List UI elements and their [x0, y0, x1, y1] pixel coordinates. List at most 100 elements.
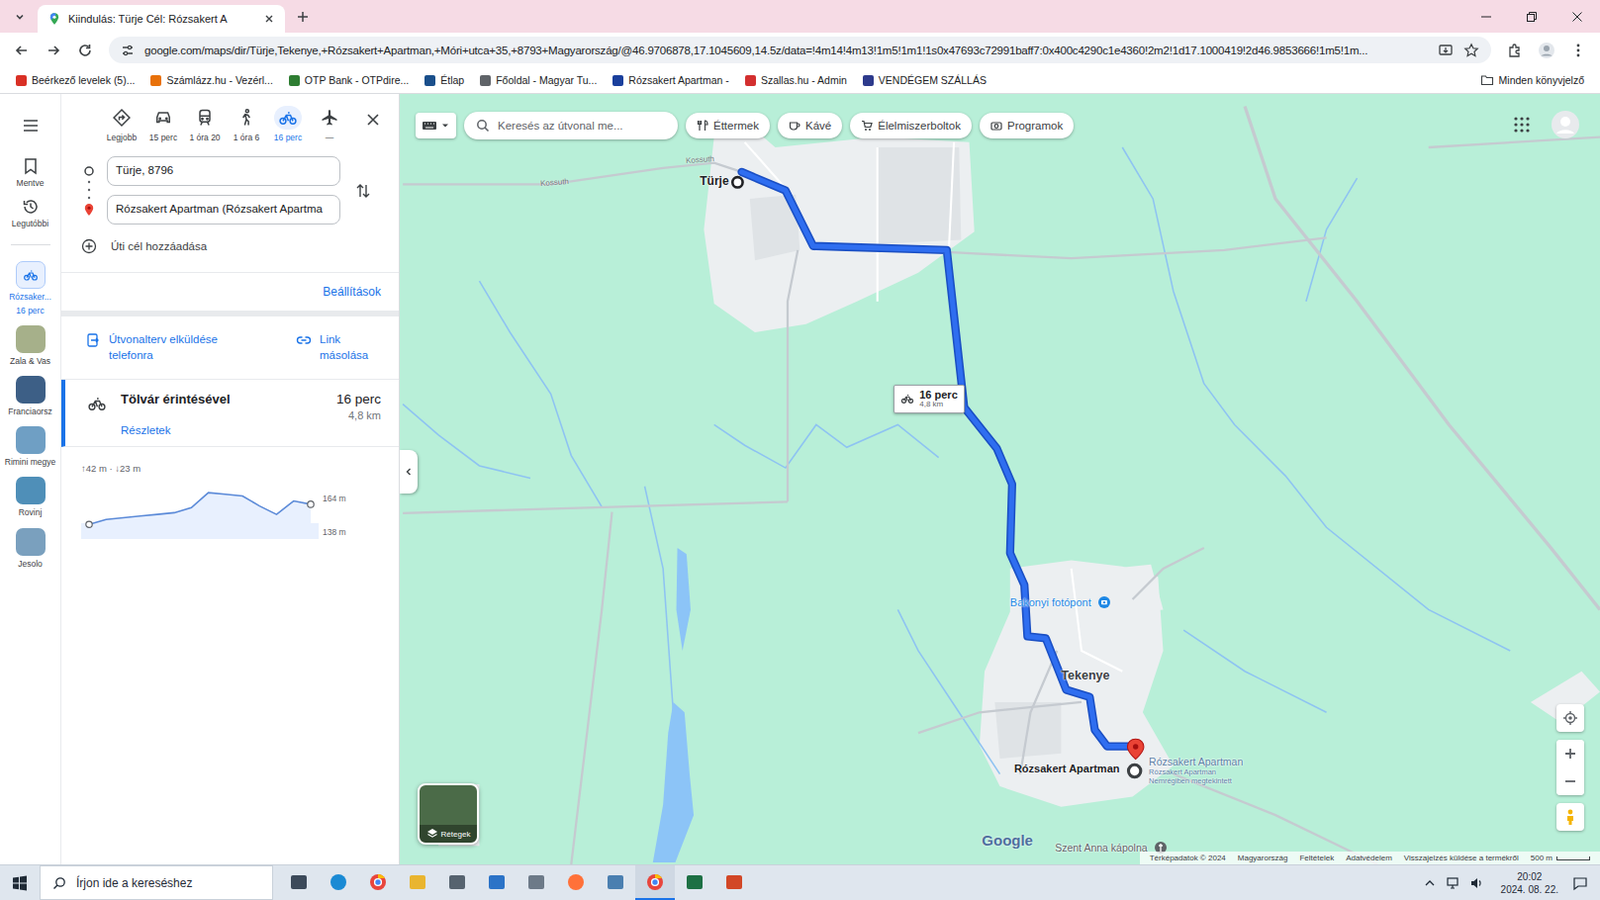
add-destination[interactable]: Úti cél hozzáadása: [61, 224, 399, 273]
taskbar-app[interactable]: [318, 865, 359, 900]
close-icon[interactable]: [263, 12, 276, 25]
footer-link[interactable]: Adatvédelem: [1345, 853, 1393, 863]
back-button[interactable]: [7, 36, 36, 65]
start-button[interactable]: [0, 865, 40, 900]
category-chip[interactable]: Élelmiszerboltok: [849, 112, 972, 139]
tab-list-button[interactable]: [5, 2, 34, 31]
bookmark[interactable]: VENDÉGEM SZÁLLÁS: [856, 72, 993, 89]
reload-button[interactable]: [71, 36, 99, 65]
recent-place[interactable]: Rovinj: [0, 476, 61, 518]
bookmark[interactable]: OTP Bank - OTPdire...: [282, 72, 415, 89]
category-chip[interactable]: Éttermek: [685, 112, 770, 139]
footer-link[interactable]: Térképadatok © 2024: [1149, 853, 1226, 863]
zoom-out-button[interactable]: [1556, 767, 1585, 796]
map-place[interactable]: Bakonyi fotópont: [1010, 595, 1112, 610]
map-place[interactable]: Tekenye: [1060, 668, 1110, 683]
rail-item[interactable]: Mentve: [0, 157, 61, 189]
travel-mode[interactable]: 1 óra 6: [225, 105, 268, 143]
bookmark[interactable]: Étlap: [418, 72, 471, 89]
travel-mode[interactable]: —: [308, 105, 351, 143]
taskbar-app[interactable]: [358, 865, 398, 900]
street-view-button[interactable]: [1556, 803, 1585, 832]
send-to-phone[interactable]: Útvonalterv elküldése telefonra: [85, 332, 238, 364]
recent-place[interactable]: Jesolo: [0, 528, 61, 569]
destination-pin-icon[interactable]: [1127, 739, 1144, 759]
settings-link[interactable]: Beállítások: [322, 284, 381, 299]
chevron-up-icon[interactable]: [1423, 877, 1436, 890]
travel-mode[interactable]: 1 óra 20: [184, 105, 226, 143]
address-bar[interactable]: google.com/maps/dir/Türje,Tekenye,+Rózsa…: [108, 36, 1492, 64]
origin-input[interactable]: Türje, 8796: [106, 156, 341, 187]
map-place[interactable]: Rózsakert Apartman: [1014, 762, 1121, 775]
recent-place[interactable]: Rimini megye: [0, 426, 61, 468]
site-info-icon[interactable]: [120, 43, 135, 58]
collapse-panel-button[interactable]: [399, 450, 418, 494]
bookmark[interactable]: Szallas.hu - Admin: [739, 72, 853, 89]
taskbar-app[interactable]: [595, 865, 636, 900]
route-option[interactable]: Tölvár érintésével16 perc4,8 kmRészletek: [61, 379, 399, 448]
category-chip[interactable]: Kávé: [777, 112, 843, 139]
extensions-button[interactable]: [1501, 36, 1529, 65]
taskbar-app[interactable]: [476, 865, 517, 900]
copy-link[interactable]: Link másolása: [295, 332, 379, 364]
bookmark[interactable]: Beérkező levelek (5)...: [9, 72, 141, 89]
main-menu-button[interactable]: [14, 111, 47, 140]
route-search[interactable]: Keresés az útvonal me...: [464, 111, 678, 140]
footer-link[interactable]: Visszajelzés küldése a termékről: [1404, 853, 1519, 863]
recent-place[interactable]: Rózsaker...16 perc: [0, 261, 61, 315]
recent-place[interactable]: Franciaorsz: [0, 376, 61, 417]
footer-link[interactable]: Feltételek: [1299, 853, 1334, 863]
minimize-button[interactable]: [1463, 0, 1509, 33]
profile-button[interactable]: [1532, 36, 1561, 65]
all-bookmarks[interactable]: Minden könyvjelző: [1474, 71, 1591, 90]
map[interactable]: KossuthKossuthTürjeTekenyeBakonyi fotópo…: [399, 94, 1600, 865]
new-tab-button[interactable]: [288, 2, 317, 31]
map-place[interactable]: Türje: [699, 174, 729, 189]
taskbar-app[interactable]: [437, 865, 477, 900]
my-location-button[interactable]: [1556, 704, 1585, 733]
bookmark[interactable]: Számlázz.hu - Vezérl...: [144, 72, 279, 89]
restore-button[interactable]: [1508, 0, 1555, 33]
route-details-link[interactable]: Részletek: [120, 424, 381, 437]
taskbar-app[interactable]: [556, 865, 596, 900]
close-directions-icon[interactable]: [365, 111, 381, 128]
origin-marker[interactable]: [732, 177, 743, 188]
swap-icon[interactable]: [354, 182, 373, 200]
footer-link[interactable]: Magyarország: [1237, 853, 1289, 863]
taskbar-app[interactable]: [516, 865, 557, 900]
travel-mode[interactable]: Legjobb: [100, 105, 143, 143]
taskbar-app[interactable]: [635, 865, 675, 900]
avatar-icon[interactable]: [1550, 109, 1581, 140]
star-icon[interactable]: [1463, 42, 1480, 59]
forward-button[interactable]: [39, 36, 68, 65]
route-badge[interactable]: 16 perc4,8 km: [893, 384, 965, 414]
zoom-in-button[interactable]: [1556, 740, 1585, 768]
scale-bar[interactable]: 500 m: [1530, 853, 1591, 863]
category-chip[interactable]: Programok: [979, 112, 1074, 139]
layers-button[interactable]: Rétegek: [417, 783, 479, 846]
apps-grid-icon[interactable]: [1512, 115, 1531, 134]
rail-item[interactable]: Legutóbbi: [0, 197, 61, 229]
destination-marker[interactable]: [1128, 764, 1140, 777]
travel-mode[interactable]: 16 perc: [267, 105, 309, 143]
map-place[interactable]: Rózsakert ApartmanRózsakert Apartman Nem…: [1148, 755, 1258, 786]
bookmark[interactable]: Rózsakert Apartman -: [606, 72, 736, 89]
taskbar-app[interactable]: [674, 865, 715, 900]
menu-button[interactable]: [1564, 36, 1593, 65]
input-tools-button[interactable]: [415, 112, 457, 139]
recent-place[interactable]: Zala & Vas: [0, 325, 61, 367]
map-canvas[interactable]: [399, 94, 1600, 865]
bookmark[interactable]: Főoldal - Magyar Tu...: [473, 72, 603, 89]
volume-icon[interactable]: [1469, 876, 1484, 891]
taskbar-app[interactable]: [714, 865, 754, 900]
taskbar-app[interactable]: [279, 865, 319, 900]
browser-tab[interactable]: Kiindulás: Türje Cél: Rózsakert A: [37, 4, 285, 33]
taskbar-search[interactable]: Írjon ide a kereséshez: [39, 865, 274, 900]
taskbar-app[interactable]: [397, 865, 438, 900]
destination-input[interactable]: Rózsakert Apartman (Rózsakert Apartma: [106, 194, 341, 225]
clock[interactable]: 20:022024. 08. 22.: [1493, 870, 1567, 897]
install-app-icon[interactable]: [1437, 42, 1454, 59]
notifications-icon[interactable]: [1572, 875, 1589, 892]
close-window-button[interactable]: [1554, 0, 1600, 33]
network-icon[interactable]: [1445, 876, 1460, 891]
